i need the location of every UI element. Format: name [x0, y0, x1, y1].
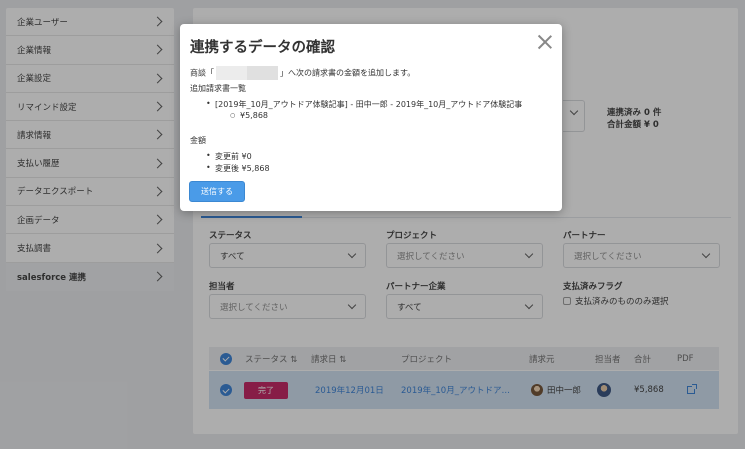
- invoice-list-heading: 追加請求書一覧: [190, 84, 246, 93]
- close-icon[interactable]: [537, 34, 553, 50]
- invoice-amount: ¥5,868: [230, 111, 268, 120]
- deal-message: 商談「 」へ次の請求書の金額を追加します。: [190, 66, 415, 80]
- confirm-modal: 連携するデータの確認 商談「 」へ次の請求書の金額を追加します。 追加請求書一覧 …: [180, 24, 562, 211]
- modal-title: 連携するデータの確認: [190, 40, 335, 56]
- send-button[interactable]: 送信する: [189, 181, 245, 202]
- redacted-deal-name: [216, 66, 278, 80]
- amount-before: 変更前 ¥0: [206, 151, 252, 162]
- amount-after: 変更後 ¥5,868: [206, 163, 269, 174]
- invoice-link[interactable]: [2019年_10月_アウトドア体験記事] - 田中一郎 - 2019年_10月…: [206, 99, 522, 110]
- deal-suffix: 」へ次の請求書の金額を追加します。: [280, 68, 416, 78]
- deal-prefix: 商談「: [190, 68, 214, 78]
- amount-heading: 金額: [190, 136, 206, 145]
